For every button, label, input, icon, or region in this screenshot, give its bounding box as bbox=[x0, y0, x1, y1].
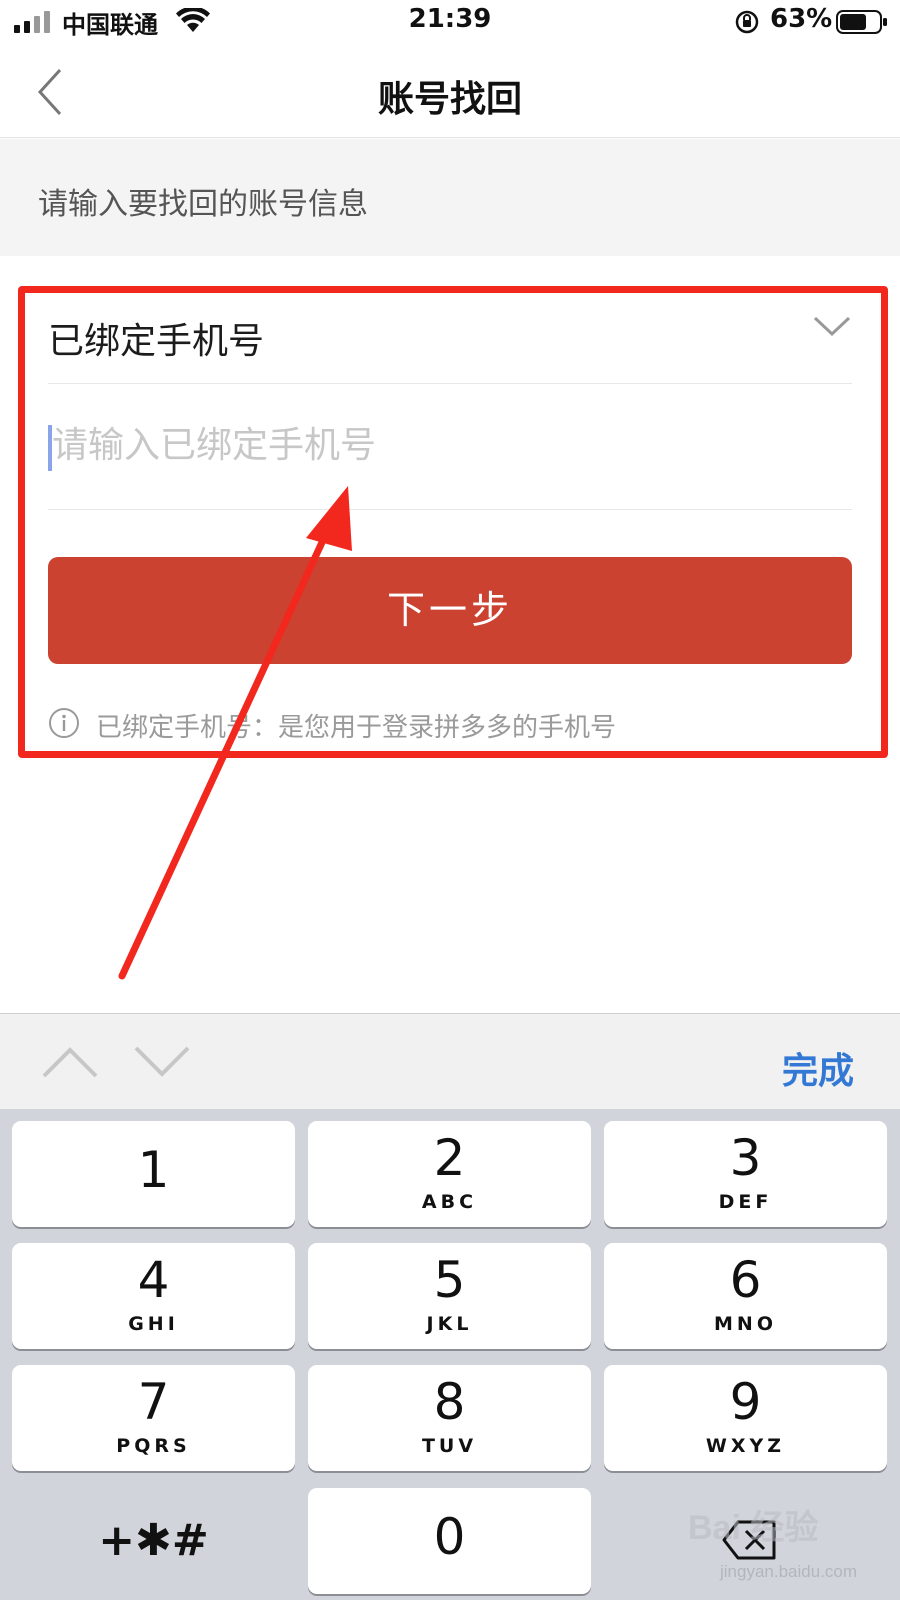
done-button[interactable]: 完成 bbox=[782, 1042, 854, 1094]
key-2[interactable]: 2 ABC bbox=[308, 1121, 591, 1227]
info-row: 已绑定手机号：是您用于登录拼多多的手机号 bbox=[48, 705, 852, 743]
nav-bar: 账号找回 bbox=[0, 46, 900, 138]
account-type-select[interactable]: 已绑定手机号 bbox=[48, 300, 852, 384]
key-letters: GHI bbox=[128, 1313, 179, 1335]
phone-input[interactable] bbox=[52, 415, 842, 475]
key-0[interactable]: 0 bbox=[308, 1488, 591, 1594]
key-letters: DEF bbox=[718, 1191, 773, 1213]
key-letters: WXYZ bbox=[705, 1435, 786, 1457]
baidu-watermark: Bai 经验 jingyan.baidu.com bbox=[688, 1500, 858, 1588]
key-letters: MNO bbox=[714, 1313, 777, 1335]
chevron-down-icon bbox=[813, 316, 851, 337]
key-letters: PQRS bbox=[116, 1435, 191, 1457]
battery-icon bbox=[836, 10, 887, 34]
key-1[interactable]: 1 bbox=[12, 1121, 295, 1227]
page-title: 账号找回 bbox=[377, 79, 522, 120]
key-digit: 9 bbox=[729, 1373, 762, 1431]
key-digit: 5 bbox=[433, 1251, 466, 1309]
key-8[interactable]: 8 TUV bbox=[308, 1365, 591, 1471]
key-letters: ABC bbox=[421, 1191, 478, 1213]
key-6[interactable]: 6 MNO bbox=[604, 1243, 887, 1349]
key-digit: 3 bbox=[729, 1129, 762, 1187]
keyboard-accessory-bar: 完成 bbox=[0, 1013, 900, 1109]
key-5[interactable]: 5 JKL bbox=[308, 1243, 591, 1349]
symbols-key[interactable]: +✱# bbox=[12, 1488, 295, 1594]
info-icon bbox=[49, 708, 79, 738]
key-digit: 4 bbox=[137, 1251, 170, 1309]
status-bar: 中国联通 21:39 63% bbox=[0, 0, 900, 46]
key-7[interactable]: 7 PQRS bbox=[12, 1365, 295, 1471]
key-digit: 1 bbox=[137, 1141, 170, 1199]
clock: 21:39 bbox=[408, 4, 492, 34]
hint-text: 请输入要找回的账号信息 bbox=[38, 187, 368, 222]
rotation-lock-icon bbox=[735, 10, 759, 34]
key-digit: 6 bbox=[729, 1251, 762, 1309]
watermark-logo: Bai 经验 bbox=[688, 1509, 819, 1547]
chevron-up-icon[interactable] bbox=[40, 1044, 100, 1080]
phone-row bbox=[48, 385, 852, 510]
battery-percent: 63% bbox=[770, 4, 833, 34]
next-button[interactable]: 下一步 bbox=[48, 557, 852, 664]
account-type-label: 已绑定手机号 bbox=[48, 321, 265, 362]
key-9[interactable]: 9 WXYZ bbox=[604, 1365, 887, 1471]
key-digit: 0 bbox=[433, 1508, 466, 1566]
key-letters: TUV bbox=[421, 1435, 478, 1457]
info-text: 已绑定手机号：是您用于登录拼多多的手机号 bbox=[96, 713, 617, 743]
key-letters: JKL bbox=[426, 1313, 473, 1335]
key-4[interactable]: 4 GHI bbox=[12, 1243, 295, 1349]
key-3[interactable]: 3 DEF bbox=[604, 1121, 887, 1227]
key-digit: 2 bbox=[433, 1129, 466, 1187]
watermark-url: jingyan.baidu.com bbox=[720, 1562, 858, 1581]
hint-section: 请输入要找回的账号信息 bbox=[0, 139, 900, 256]
key-digit: 8 bbox=[433, 1373, 466, 1431]
chevron-down-icon[interactable] bbox=[132, 1044, 192, 1080]
key-digit: 7 bbox=[137, 1373, 170, 1431]
